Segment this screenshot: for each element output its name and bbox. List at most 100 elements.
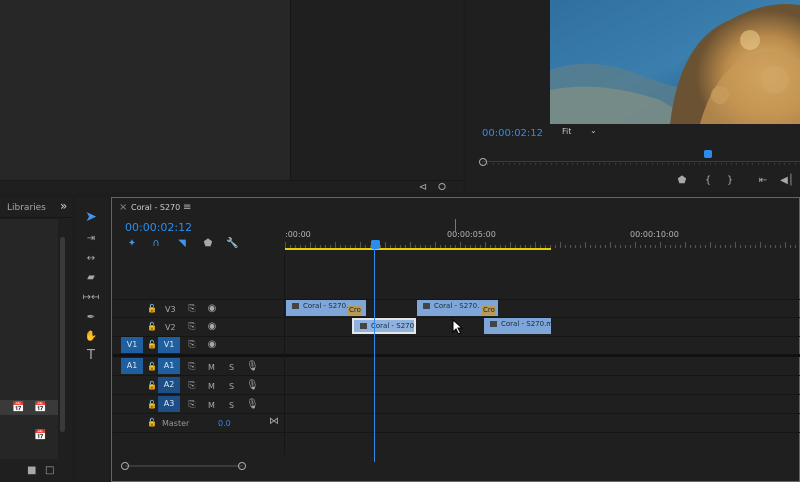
sequence-menu-icon[interactable]: ≡ (183, 202, 191, 213)
work-area-bar[interactable] (285, 248, 551, 250)
timeline-close-icon[interactable]: × (119, 202, 127, 213)
lock-icon[interactable]: 🔓 (147, 361, 157, 373)
ruler-label: :00:00 (285, 230, 311, 239)
sync-lock-icon[interactable]: ⎘ (186, 321, 198, 333)
clip-thumbnail-icon (490, 321, 497, 327)
add-marker-icon[interactable]: ◥ (176, 238, 188, 250)
time-ruler[interactable]: :00:00 00:00:05:00 00:00:10:00 (285, 219, 800, 253)
libraries-tab[interactable]: Libraries (7, 203, 46, 213)
program-video-frame (550, 0, 800, 124)
sync-lock-icon[interactable]: ⎘ (186, 380, 198, 392)
linked-selection-icon[interactable]: ∩ (150, 238, 162, 250)
marker-icon[interactable]: ⬟ (676, 175, 688, 187)
go-to-end-icon[interactable]: ⋈ (268, 416, 280, 428)
mute-button[interactable]: M (208, 363, 215, 372)
project-panel: Libraries » 📅 📅 📅 ■ □ (0, 197, 72, 482)
ruler-label: 00:00:10:00 (630, 230, 679, 239)
clip[interactable]: Coral - S270.m (484, 318, 551, 334)
cross-dissolve-transition[interactable]: Cro (348, 306, 362, 315)
timeline-timecode[interactable]: 00:00:02:12 (125, 221, 192, 234)
track-target-a2[interactable]: A2 (158, 377, 180, 393)
eye-icon[interactable]: ◉ (206, 321, 218, 333)
sync-lock-icon[interactable]: ⎘ (186, 361, 198, 373)
timeline-zoom-scrollbar[interactable] (121, 462, 246, 470)
microphone-icon[interactable]: 🎙 (246, 380, 259, 392)
clip-selected[interactable]: Coral - S270. (352, 318, 416, 334)
track-target-a3[interactable]: A3 (158, 396, 180, 412)
tools-panel: ➤ ⇥ ↔ ▰ ↦↤ ✒ ✋ T (76, 197, 108, 482)
step-back-icon[interactable]: ◀│ (780, 175, 794, 187)
track-label: V2 (165, 323, 176, 332)
new-bin-icon[interactable]: ■ (27, 465, 36, 477)
lock-icon[interactable]: 🔓 (147, 339, 157, 351)
track-target-v1[interactable]: V1 (158, 337, 180, 353)
overwrite-icon[interactable]: ⭘ (436, 182, 448, 194)
pen-tool-icon[interactable]: ✒ (84, 312, 98, 324)
clip-name: Coral - S270. (303, 302, 349, 310)
program-playhead[interactable] (703, 150, 712, 158)
clip-name: Coral - S270. (434, 302, 480, 310)
source-patch-v1[interactable]: V1 (121, 337, 143, 353)
panel-expand-icon[interactable]: » (60, 199, 67, 213)
scroll-handle-left[interactable] (121, 462, 129, 470)
bin-icon: 📅 (34, 430, 47, 441)
project-scrollbar[interactable] (60, 237, 65, 432)
source-patch-a1[interactable]: A1 (121, 358, 143, 374)
wrench-icon[interactable]: 🔧 (226, 238, 238, 250)
eye-icon[interactable]: ◉ (206, 339, 218, 351)
lock-icon[interactable]: 🔓 (147, 399, 157, 411)
solo-button[interactable]: S (229, 363, 234, 372)
sync-lock-icon[interactable]: ⎘ (186, 339, 198, 351)
source-monitor-panel: ⊲ ⭘ (0, 0, 463, 193)
lock-icon[interactable]: 🔓 (147, 380, 157, 392)
go-to-in-icon[interactable]: ⇤ (756, 175, 770, 187)
clip-name: Coral - S270. (371, 322, 416, 330)
track-target-a1[interactable]: A1 (158, 358, 180, 374)
eye-icon[interactable]: ◉ (206, 303, 218, 315)
razor-tool-icon[interactable]: ▰ (84, 272, 98, 284)
scroll-handle-right[interactable] (238, 462, 246, 470)
insert-icon[interactable]: ⊲ (417, 182, 429, 194)
lock-icon[interactable]: 🔓 (147, 321, 157, 333)
solo-button[interactable]: S (229, 382, 234, 391)
project-list (0, 219, 58, 459)
playhead-line (374, 248, 375, 462)
sync-lock-icon[interactable]: ⎘ (186, 399, 198, 411)
mouse-cursor-icon (452, 319, 464, 335)
zoom-value: Fit (562, 127, 572, 136)
mute-button[interactable]: M (208, 401, 215, 410)
mark-out-icon[interactable]: } (724, 175, 736, 187)
program-timecode[interactable]: 00:00:02:12 (482, 128, 543, 139)
microphone-icon[interactable]: 🎙 (246, 399, 259, 411)
selected-item-row[interactable] (0, 400, 58, 415)
mark-in-icon[interactable]: { (702, 175, 714, 187)
cross-dissolve-transition[interactable]: Cro (482, 306, 496, 315)
trash-icon[interactable]: □ (45, 465, 54, 477)
solo-button[interactable]: S (229, 401, 234, 410)
snap-icon[interactable]: ✦ (126, 238, 138, 250)
slip-tool-icon[interactable]: ↦↤ (82, 292, 100, 304)
master-volume[interactable]: 0.0 (218, 419, 231, 428)
clip-thumbnail-icon (292, 303, 299, 309)
clip-name: Coral - S270.m (501, 320, 551, 328)
track-select-tool-icon[interactable]: ⇥ (84, 233, 98, 245)
hand-tool-icon[interactable]: ✋ (84, 331, 98, 343)
master-label: Master (162, 419, 190, 428)
track-label: V3 (165, 305, 176, 314)
sequence-tab[interactable]: Coral - S270 (131, 203, 180, 212)
type-tool-icon[interactable]: T (84, 349, 98, 362)
source-monitor-viewer (0, 0, 290, 180)
selection-tool-icon[interactable]: ➤ (84, 210, 98, 224)
bin-icon: 📅 (12, 402, 25, 413)
timeline-playhead[interactable] (371, 240, 380, 249)
ripple-edit-tool-icon[interactable]: ↔ (84, 253, 98, 265)
marker-icon[interactable]: ⬟ (202, 238, 214, 250)
lock-icon[interactable]: 🔓 (147, 303, 157, 315)
program-scrub-bar[interactable] (479, 150, 800, 166)
microphone-icon[interactable]: 🎙 (246, 361, 259, 373)
bin-icon: 📅 (34, 402, 47, 413)
lock-icon[interactable]: 🔓 (147, 417, 157, 429)
mute-button[interactable]: M (208, 382, 215, 391)
zoom-select[interactable]: Fit ⌄ (558, 126, 604, 139)
sync-lock-icon[interactable]: ⎘ (186, 303, 198, 315)
